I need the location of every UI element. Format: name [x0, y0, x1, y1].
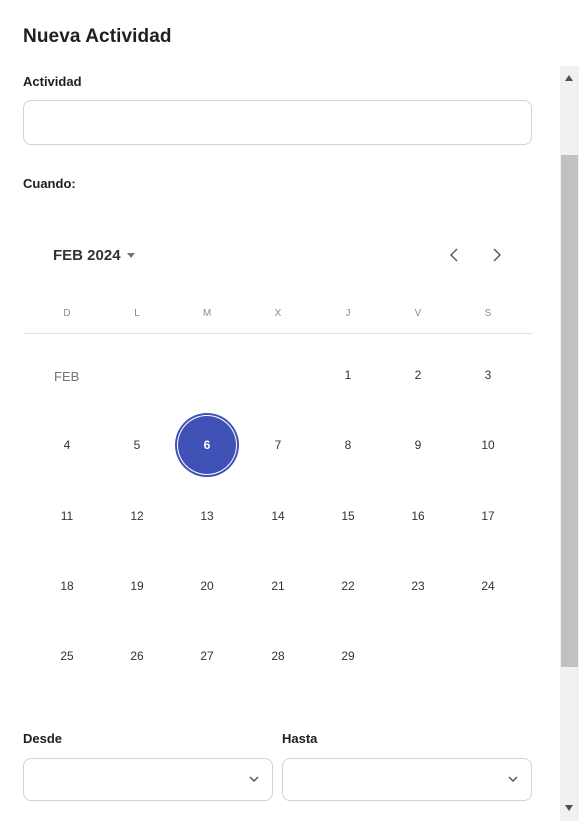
weekday-label: V — [414, 308, 422, 319]
calendar-day-number: 14 — [271, 509, 285, 523]
calendar-day[interactable]: 17 — [458, 486, 518, 546]
chevron-down-icon — [249, 776, 259, 783]
calendar-day[interactable]: 19 — [107, 556, 167, 616]
activity-input[interactable] — [23, 100, 532, 145]
calendar-day-number: 22 — [341, 579, 355, 593]
calendar-day-number: 6 — [203, 438, 211, 452]
calendar-day[interactable]: 20 — [177, 556, 237, 616]
caret-down-icon — [126, 252, 135, 258]
weekday-label: J — [345, 308, 351, 319]
calendar-day[interactable]: 9 — [388, 415, 448, 475]
dialog-title: Nueva Actividad — [23, 26, 172, 47]
calendar-day[interactable]: 29 — [318, 626, 378, 686]
calendar-month-label: FEB — [54, 369, 80, 384]
scrollbar-thumb[interactable] — [561, 155, 578, 667]
scroll-down-arrow-icon[interactable] — [565, 805, 573, 811]
calendar-day[interactable]: 5 — [107, 415, 167, 475]
scroll-up-arrow-icon[interactable] — [565, 75, 573, 81]
calendar-day-number: 4 — [63, 438, 71, 452]
calendar-day[interactable]: 11 — [37, 486, 97, 546]
month-year-label: FEB 2024 — [53, 246, 121, 264]
calendar-day[interactable]: 14 — [248, 486, 308, 546]
calendar-day[interactable]: 12 — [107, 486, 167, 546]
calendar-day[interactable]: 18 — [37, 556, 97, 616]
to-select[interactable] — [282, 758, 532, 801]
from-label: Desde — [23, 731, 63, 746]
calendar-day-number: 7 — [274, 438, 282, 452]
calendar-day[interactable]: 3 — [458, 345, 518, 405]
calendar-day-number: 2 — [414, 368, 422, 382]
weekday-label: L — [134, 308, 140, 319]
calendar-day-number: 18 — [60, 579, 74, 593]
weekday-label: D — [63, 308, 71, 319]
calendar-day-number: 17 — [481, 509, 495, 523]
calendar-day[interactable]: 10 — [458, 415, 518, 475]
calendar-day[interactable]: 1 — [318, 345, 378, 405]
calendar-divider — [23, 333, 533, 334]
calendar-day-number: 3 — [484, 368, 492, 382]
calendar-day-number: 16 — [411, 509, 425, 523]
calendar-day-number: 28 — [271, 649, 285, 663]
calendar-day[interactable]: 8 — [318, 415, 378, 475]
calendar-day[interactable]: 26 — [107, 626, 167, 686]
calendar-day-number: 23 — [411, 579, 425, 593]
next-month-button[interactable] — [487, 244, 507, 266]
chevron-right-icon — [493, 248, 501, 262]
calendar-day[interactable]: 22 — [318, 556, 378, 616]
calendar-day-number: 21 — [271, 579, 285, 593]
prev-month-button[interactable] — [444, 244, 464, 266]
calendar-day-number: 11 — [60, 509, 74, 523]
calendar-day[interactable]: 16 — [388, 486, 448, 546]
calendar-day[interactable]: 4 — [37, 415, 97, 475]
calendar-day[interactable]: 15 — [318, 486, 378, 546]
calendar-day[interactable]: 2 — [388, 345, 448, 405]
calendar-day-number: 25 — [60, 649, 74, 663]
calendar-day-number: 24 — [481, 579, 495, 593]
activity-label: Actividad — [23, 74, 82, 89]
weekday-label: M — [202, 308, 212, 319]
calendar-day-number: 26 — [130, 649, 144, 663]
calendar-day-selected[interactable]: 6 — [177, 415, 237, 475]
calendar-day[interactable]: 28 — [248, 626, 308, 686]
calendar-day-number: 8 — [344, 438, 352, 452]
calendar-day-number: 15 — [341, 509, 355, 523]
calendar-day-number: 20 — [200, 579, 214, 593]
calendar-day[interactable]: 25 — [37, 626, 97, 686]
calendar-day-number: 27 — [200, 649, 214, 663]
when-label: Cuando: — [23, 176, 76, 191]
calendar-day-number: 5 — [133, 438, 141, 452]
calendar-day[interactable]: 23 — [388, 556, 448, 616]
calendar-day-number: 9 — [414, 438, 422, 452]
weekday-label: X — [274, 308, 282, 319]
weekday-label: S — [484, 308, 492, 319]
calendar-day-number: 13 — [200, 509, 214, 523]
chevron-left-icon — [450, 248, 458, 262]
calendar-day-number: 12 — [130, 509, 144, 523]
calendar-day[interactable]: 24 — [458, 556, 518, 616]
calendar-day-number: 19 — [130, 579, 144, 593]
calendar-day[interactable]: 7 — [248, 415, 308, 475]
month-year-selector[interactable]: FEB 2024 — [53, 243, 135, 267]
calendar-day-number: 1 — [344, 368, 352, 382]
calendar-day[interactable]: 13 — [177, 486, 237, 546]
from-select[interactable] — [23, 758, 273, 801]
calendar-day[interactable]: 27 — [177, 626, 237, 686]
calendar-day[interactable]: 21 — [248, 556, 308, 616]
calendar-day-number: 29 — [341, 649, 355, 663]
new-activity-dialog: Nueva Actividad Actividad Cuando: FEB 20… — [0, 0, 579, 821]
to-label: Hasta — [282, 731, 318, 746]
chevron-down-icon — [508, 776, 518, 783]
calendar-day-number: 10 — [481, 438, 495, 452]
